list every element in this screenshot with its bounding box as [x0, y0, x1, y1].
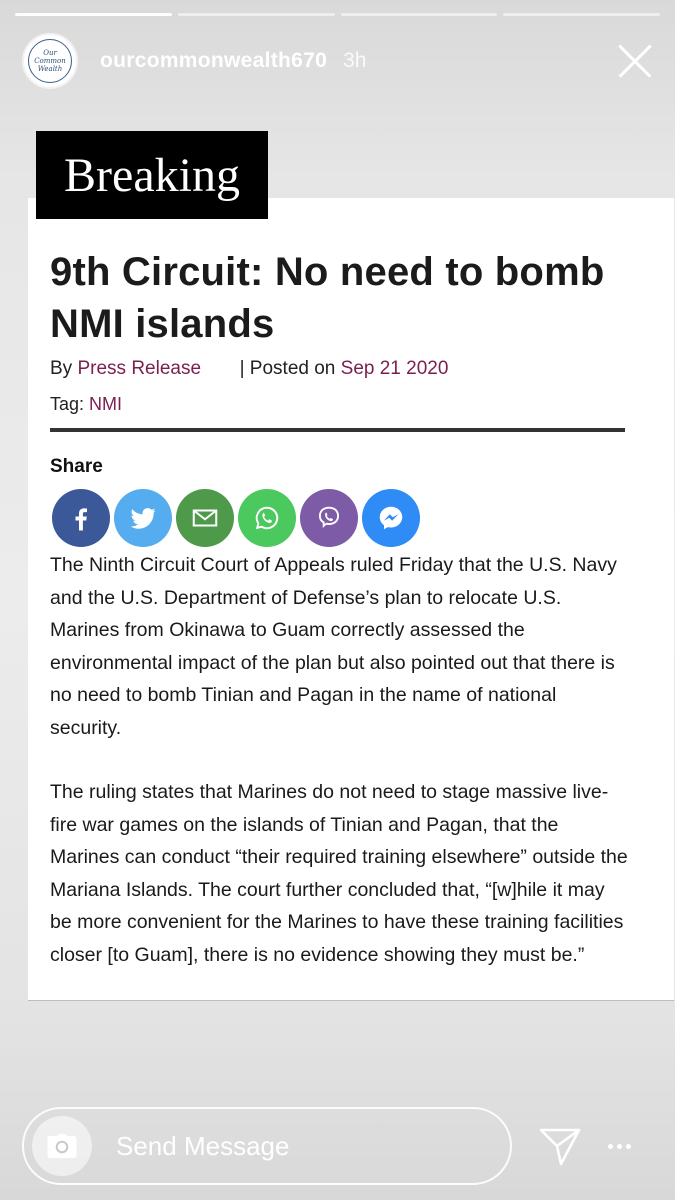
- post-time: 3h: [343, 49, 367, 72]
- facebook-share-button[interactable]: [52, 489, 110, 547]
- post-date[interactable]: Sep 21 2020: [341, 358, 449, 379]
- more-options-button[interactable]: [608, 1143, 631, 1149]
- article-paragraph: The ruling states that Marines do not ne…: [50, 781, 628, 966]
- twitter-icon: [130, 508, 156, 529]
- email-icon: [192, 509, 218, 527]
- story-progress-bar: [15, 13, 660, 16]
- twitter-share-button[interactable]: [114, 489, 172, 547]
- more-dot: [617, 1143, 622, 1149]
- divider: [50, 428, 625, 432]
- progress-segment: [177, 13, 335, 16]
- viber-share-button[interactable]: [300, 489, 358, 547]
- share-label: Share: [50, 456, 103, 477]
- camera-button[interactable]: [32, 1116, 92, 1176]
- messenger-share-button[interactable]: [362, 489, 420, 547]
- tag-link[interactable]: NMI: [89, 394, 122, 414]
- facebook-icon: [75, 508, 87, 531]
- progress-segment: [340, 13, 498, 16]
- more-dot: [626, 1143, 631, 1149]
- story-footer: Send Message: [22, 1106, 675, 1186]
- article-paragraph: The Ninth Circuit Court of Appeals ruled…: [50, 554, 617, 739]
- viber-icon: [319, 506, 339, 528]
- send-message-input[interactable]: Send Message: [22, 1107, 512, 1185]
- username[interactable]: ourcommonwealth670: [100, 49, 327, 73]
- camera-icon: [47, 1133, 77, 1158]
- posted-label: | Posted on: [239, 358, 336, 379]
- more-dot: [608, 1143, 613, 1149]
- byline: By Press Release | Posted on Sep 21 2020: [50, 358, 448, 380]
- article-headline: 9th Circuit: No need to bomb NMI islands: [50, 250, 605, 346]
- progress-segment: [15, 13, 172, 16]
- messenger-icon: [379, 506, 403, 530]
- by-label: By: [50, 358, 73, 379]
- avatar[interactable]: Our Common Wealth: [22, 33, 78, 89]
- author-link[interactable]: Press Release: [77, 358, 201, 379]
- whatsapp-icon: [255, 506, 279, 530]
- send-button[interactable]: [538, 1124, 582, 1168]
- tag-label: Tag:: [50, 394, 85, 414]
- story-header: Our Common Wealth ourcommonwealth670 3h: [22, 33, 655, 89]
- paper-plane-icon: [539, 1128, 581, 1166]
- email-share-button[interactable]: [176, 489, 234, 547]
- send-message-placeholder: Send Message: [116, 1130, 290, 1161]
- avatar-logo: Our Common Wealth: [28, 39, 72, 83]
- breaking-badge: Breaking: [36, 131, 268, 219]
- share-buttons: [52, 489, 420, 547]
- whatsapp-share-button[interactable]: [238, 489, 296, 547]
- article-body: The Ninth Circuit Court of Appeals ruled…: [50, 549, 630, 1003]
- tag-line: Tag: NMI: [50, 394, 122, 415]
- progress-segment: [503, 13, 660, 16]
- close-icon[interactable]: [617, 43, 653, 79]
